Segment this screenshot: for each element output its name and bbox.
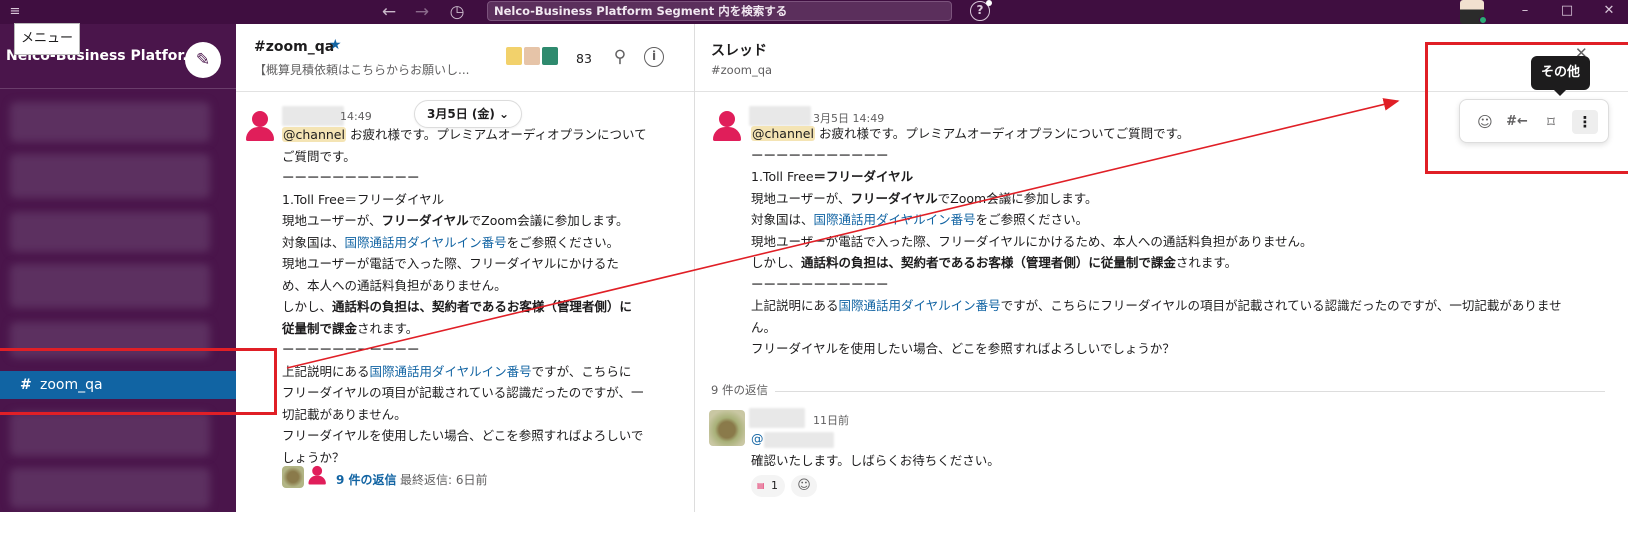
annotation-highlight-channel	[0, 348, 277, 415]
sidebar-blurred-item[interactable]	[10, 264, 210, 308]
slack-window: ≡ ← → ◷ Nelco-Business Platform Segment …	[0, 0, 1628, 512]
user-mention[interactable]: @	[751, 431, 764, 446]
dial-in-link[interactable]: 国際通話用ダイヤルイン番号	[814, 212, 976, 227]
message-line: フリーダイヤルを使用したい場合、どこを参照すればよろしいでしょうか？	[751, 341, 1175, 356]
message-line: ーーーーーーーーーーー	[751, 276, 889, 292]
message-line: 切記載がありません。	[282, 406, 407, 422]
channel-topic[interactable]: 【概算見積依頼はこちらからお願いし...	[254, 61, 469, 78]
message-line: @	[751, 428, 1000, 450]
member-avatar	[540, 45, 560, 67]
user-avatar-icon[interactable]	[709, 108, 745, 144]
close-window-icon[interactable]: ✕	[1598, 1, 1620, 21]
info-icon[interactable]: i	[644, 47, 664, 67]
dial-in-link[interactable]: 国際通話用ダイヤルイン番号	[370, 364, 532, 379]
reaction-count: 1	[771, 479, 778, 492]
compose-icon[interactable]: ✎	[185, 42, 221, 78]
message-line: 現地ユーザーが電話で入った際、フリーダイヤルにかけるた	[282, 256, 619, 271]
sender-name[interactable]	[282, 106, 344, 126]
search-input[interactable]: Nelco-Business Platform Segment 内を検索する	[487, 1, 952, 21]
dial-in-link[interactable]: 国際通話用ダイヤルイン番号	[839, 298, 1001, 313]
message-line: め、本人への通話料負担がありません。	[282, 277, 507, 293]
help-notification-dot	[986, 0, 992, 6]
member-avatars[interactable]	[504, 45, 560, 67]
history-clock-icon[interactable]: ◷	[446, 1, 468, 23]
message-line: ご質問です。	[282, 148, 356, 164]
replies-count-label: 9 件の返信	[711, 383, 768, 397]
maximize-icon[interactable]: □	[1556, 1, 1578, 21]
message-time[interactable]: 14:49	[340, 110, 372, 123]
message-line: 対象国は、国際通話用ダイヤルイン番号をご参照ください。	[751, 212, 1089, 227]
message-line: しかし、通話料の負担は、契約者であるお客様（管理者側）に	[282, 299, 632, 314]
reply-message: @ 確認いたします。しばらくお待ちください。	[751, 428, 1000, 471]
channel-mention[interactable]: @channel	[751, 126, 815, 141]
message-line: 上記説明にある国際通話用ダイヤルイン番号ですが、こちらにフリーダイヤルの項目が記…	[751, 298, 1562, 313]
replier-avatar	[282, 466, 304, 488]
blurred-mention	[763, 431, 834, 448]
message-line: フリーダイヤルを使用したい場合、どこを参照すればよろしいで	[282, 428, 644, 443]
sidebar-blurred-item[interactable]	[10, 102, 210, 142]
replier-avatar	[306, 464, 328, 486]
presence-status-icon	[1479, 16, 1487, 24]
message-line: 現地ユーザーが電話で入った際、フリーダイヤルにかけるため、本人への通話料負担があ…	[751, 233, 1313, 249]
annotation-highlight-more-actions	[1425, 42, 1628, 174]
sidebar-blurred-item[interactable]	[10, 468, 210, 508]
message-line: ん。	[751, 319, 777, 335]
add-reaction-icon[interactable]: ☺	[791, 475, 817, 497]
message-line: ーーーーーーーーーーー	[282, 170, 420, 185]
message-line: 対象国は、国際通話用ダイヤルイン番号をご参照ください。	[282, 234, 620, 250]
add-user-icon[interactable]: ⚲	[608, 45, 632, 69]
title-bar: ≡ ← → ◷ Nelco-Business Platform Segment …	[0, 0, 1628, 24]
sidebar-divider	[0, 88, 236, 89]
channel-title[interactable]: #zoom_qa	[254, 39, 334, 55]
message-line: 1.Toll Free＝フリーダイヤル	[282, 191, 445, 207]
minimize-icon[interactable]: –	[1514, 1, 1536, 21]
thread-channel-link[interactable]: #zoom_qa	[711, 63, 772, 77]
sidebar-blurred-item[interactable]	[10, 212, 210, 252]
channel-pane: #zoom_qa ★ 【概算見積依頼はこちらからお願いし... 83 ⚲ i 3…	[236, 24, 695, 512]
star-icon[interactable]: ★	[329, 37, 342, 53]
reaction-button[interactable]: ▤ 1	[751, 475, 785, 497]
hamburger-menu-icon[interactable]: ≡	[6, 3, 24, 21]
dial-in-link[interactable]: 国際通話用ダイヤルイン番号	[345, 235, 507, 250]
message-body: @channel お疲れ様です。プレミアムオーディオプランについて ご質問です。…	[282, 124, 647, 468]
message-line: しかし、通話料の負担は、契約者であるお客様（管理者側）に従量制で課金されます。	[751, 255, 1238, 270]
message-line: 現地ユーザーが、フリーダイヤルでZoom会議に参加します。	[751, 190, 1098, 206]
reaction-emoji-icon: ▤	[757, 481, 765, 490]
member-avatar	[504, 45, 524, 67]
last-reply-time: 最終返信: 6日前	[400, 473, 488, 487]
sidebar-blurred-item[interactable]	[10, 154, 210, 198]
replies-divider	[775, 391, 1605, 392]
message-line: 従量制で課金されます。	[282, 320, 419, 336]
thread-title: スレッド	[711, 43, 767, 59]
sender-name[interactable]	[749, 408, 805, 428]
message-time[interactable]: 11日前	[813, 412, 849, 428]
message-line: 上記説明にある国際通話用ダイヤルイン番号ですが、こちらに	[282, 363, 632, 379]
message-line: ーーーーーーーーーーー	[282, 342, 420, 357]
header-divider	[236, 91, 694, 92]
user-avatar-icon[interactable]	[242, 108, 278, 144]
message-line: フリーダイヤルの項目が記載されている認識だったのですが、一	[282, 385, 644, 400]
member-count[interactable]: 83	[576, 51, 592, 66]
channel-mention[interactable]: @channel	[282, 127, 346, 142]
sidebar-blurred-item[interactable]	[10, 412, 210, 456]
forward-arrow-icon[interactable]: →	[411, 1, 433, 23]
menu-tooltip: メニュー	[14, 23, 80, 55]
message-line: 確認いたします。しばらくお待ちください。	[751, 452, 1000, 468]
message-line: @channel お疲れ様です。プレミアムオーディオプランについて	[282, 127, 647, 142]
sidebar: Nelco-Business Platfor... ⌄ ✎ # zoom_qa	[0, 24, 236, 512]
member-avatar	[522, 45, 542, 67]
message-line: 現地ユーザーが、フリーダイヤルでZoom会議に参加します。	[282, 213, 629, 228]
message-line: しょうか？	[282, 449, 345, 465]
back-arrow-icon[interactable]: ←	[378, 1, 400, 23]
replier-avatar[interactable]	[709, 410, 745, 446]
reply-count[interactable]: 9 件の返信	[336, 471, 397, 488]
